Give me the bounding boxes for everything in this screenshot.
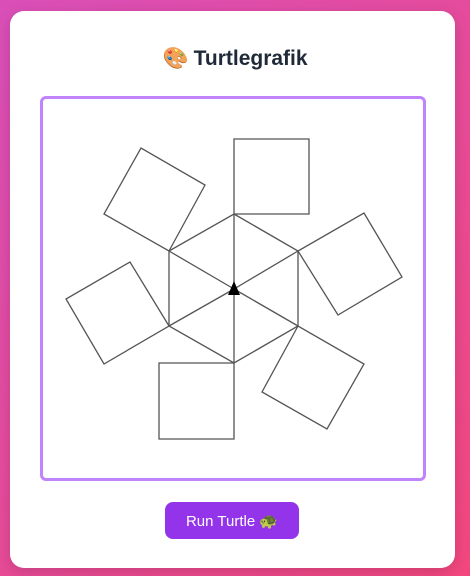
- turtle-drawing: [65, 138, 403, 440]
- run-turtle-button[interactable]: Run Turtle 🐢: [165, 502, 299, 539]
- turtle-canvas: [40, 96, 426, 481]
- square: [65, 261, 170, 365]
- square: [233, 138, 310, 215]
- square: [297, 212, 403, 316]
- square: [158, 362, 235, 440]
- square: [261, 325, 365, 430]
- palette-icon: 🎨: [162, 47, 189, 70]
- turtle-cursor: [228, 281, 240, 295]
- spoke: [233, 250, 299, 290]
- spoke: [168, 288, 235, 327]
- square: [103, 147, 206, 252]
- spoke: [168, 250, 235, 290]
- page-title: 🎨 Turtlegrafik: [0, 47, 470, 71]
- page-title-text: Turtlegrafik: [193, 47, 308, 70]
- spoke: [233, 288, 299, 327]
